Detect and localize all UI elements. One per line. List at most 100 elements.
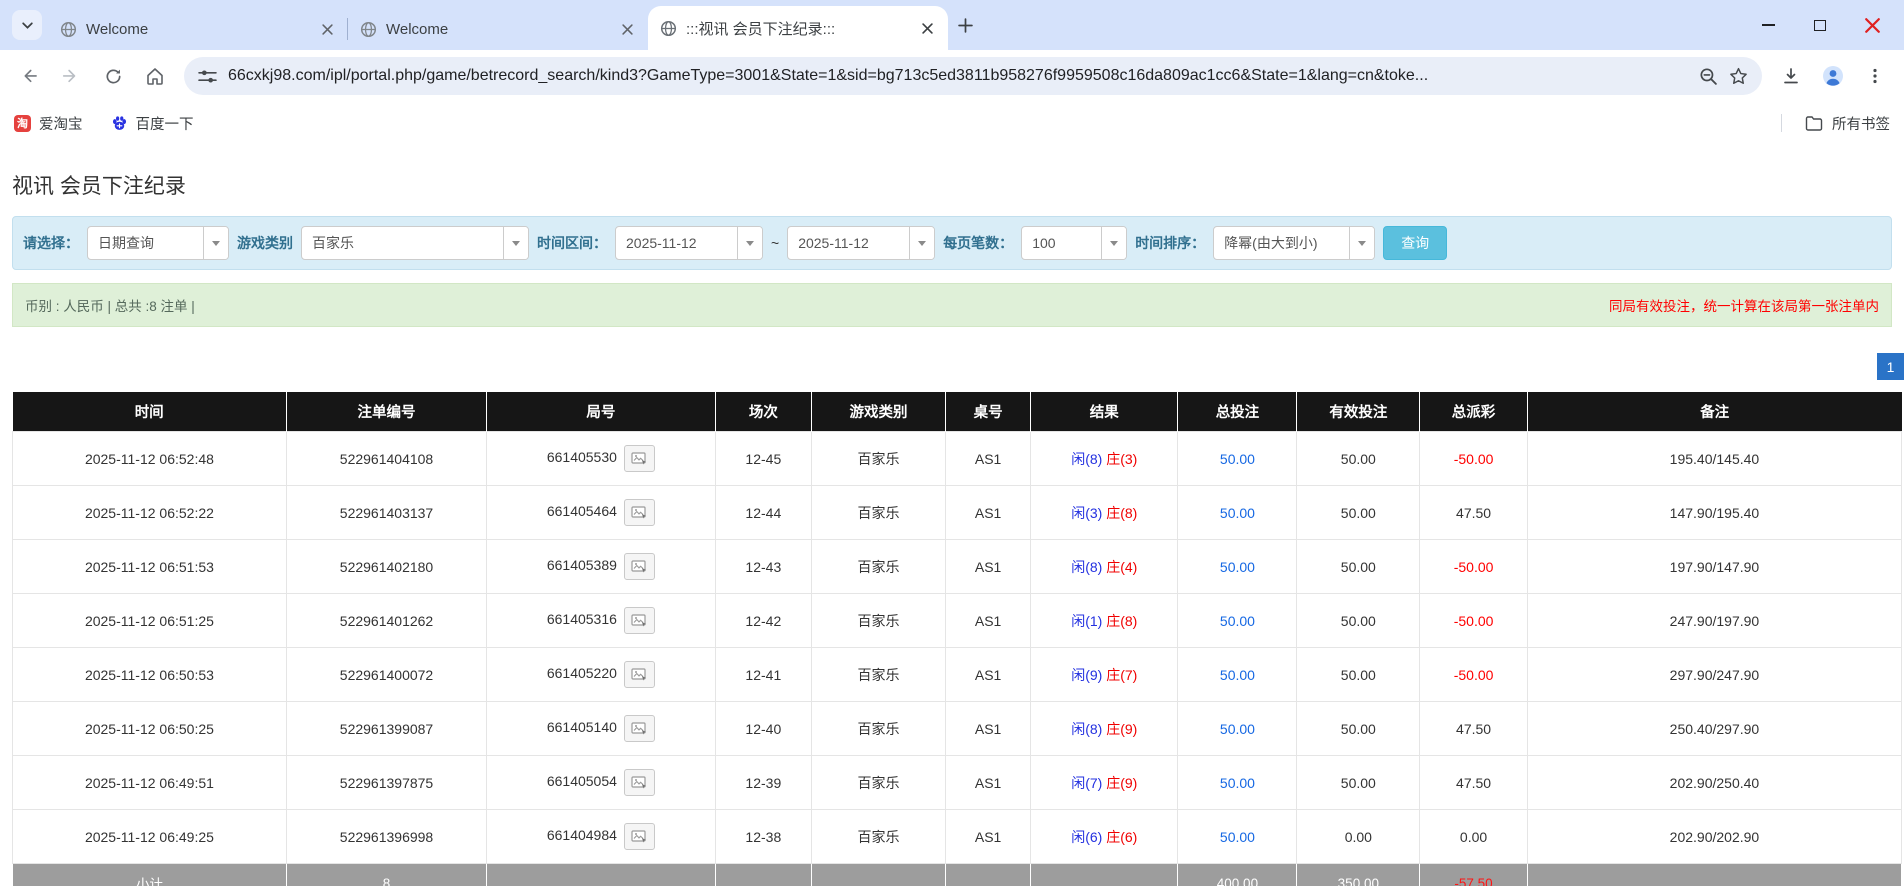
- video-preview-button[interactable]: [623, 769, 655, 796]
- total-bet-link[interactable]: 50.00: [1220, 721, 1255, 737]
- date-from-select[interactable]: 2025-11-12: [615, 226, 763, 260]
- cell-result: 闲(8) 庄(4): [1030, 539, 1179, 594]
- currency-summary-text: 币别 : 人民币 | 总共 :8 注单 |: [25, 299, 195, 314]
- result-player: 闲(8): [1071, 450, 1103, 467]
- tab-close-icon[interactable]: [618, 20, 636, 38]
- total-bet-link[interactable]: 50.00: [1220, 451, 1255, 467]
- cell-note: 195.40/145.40: [1526, 431, 1903, 486]
- cell-payout: -50.00: [1419, 593, 1528, 648]
- query-type-select[interactable]: 日期查询: [87, 226, 229, 260]
- total-bet-link[interactable]: 50.00: [1220, 613, 1255, 629]
- bookmark-label: 百度一下: [135, 116, 194, 133]
- sort-select[interactable]: 降幂(由大到小): [1213, 226, 1376, 260]
- total-bet-link[interactable]: 50.00: [1220, 667, 1255, 683]
- page-1-button[interactable]: 1: [1877, 353, 1904, 380]
- cell-total-bet: 50.00: [1177, 485, 1298, 540]
- col-round-id: 局号: [486, 392, 716, 432]
- reload-icon: [105, 69, 121, 84]
- back-button[interactable]: [10, 57, 48, 95]
- bookmark-baidu[interactable]: 百度一下: [111, 113, 194, 134]
- cell-valid-bet: 50.00: [1296, 485, 1421, 540]
- video-preview-icon: [631, 775, 646, 789]
- table-row: 2025-11-12 06:52:22 522961403137 6614054…: [12, 485, 1903, 540]
- cell-round-id: 661405220: [486, 647, 716, 702]
- info-bar: 币别 : 人民币 | 总共 :8 注单 | 同局有效投注，统一计算在该局第一张注…: [12, 283, 1892, 327]
- address-bar[interactable]: 66cxkj98.com/ipl/portal.php/game/betreco…: [184, 57, 1762, 95]
- subtotal-total-bet: 400.00: [1177, 863, 1298, 886]
- total-bet-link[interactable]: 50.00: [1220, 775, 1255, 791]
- video-preview-button[interactable]: [623, 553, 655, 580]
- video-preview-button[interactable]: [623, 715, 655, 742]
- back-icon: [24, 69, 37, 83]
- downloads-button[interactable]: [1772, 57, 1810, 95]
- cell-time: 2025-11-12 06:51:53: [12, 539, 287, 594]
- tab-close-icon[interactable]: [918, 19, 936, 37]
- result-player: 闲(8): [1071, 720, 1103, 737]
- cell-table-no: AS1: [945, 539, 1032, 594]
- cell-game-type: 百家乐: [810, 701, 947, 756]
- folder-icon: [1805, 115, 1823, 131]
- result-banker: 庄(9): [1106, 720, 1138, 737]
- table-row: 2025-11-12 06:50:25 522961399087 6614051…: [12, 701, 1903, 756]
- tab-search-button[interactable]: [12, 10, 42, 40]
- result-player: 闲(6): [1071, 828, 1103, 845]
- minimize-button[interactable]: [1742, 0, 1794, 50]
- table-row: 2025-11-12 06:51:53 522961402180 6614053…: [12, 539, 1903, 594]
- range-tilde: ~: [771, 235, 780, 251]
- video-preview-button[interactable]: [623, 823, 655, 850]
- game-type-select[interactable]: 百家乐: [301, 226, 529, 260]
- home-button[interactable]: [136, 57, 174, 95]
- cell-note: 250.40/297.90: [1526, 701, 1903, 756]
- close-icon: [1864, 17, 1880, 33]
- cell-session: 12-38: [714, 809, 813, 864]
- close-window-button[interactable]: [1846, 0, 1898, 50]
- cell-valid-bet: 50.00: [1296, 539, 1421, 594]
- tab-close-icon[interactable]: [318, 20, 336, 38]
- per-page-select[interactable]: 100: [1021, 226, 1128, 260]
- total-bet-link[interactable]: 50.00: [1220, 559, 1255, 575]
- tab-welcome-1[interactable]: Welcome: [48, 8, 348, 50]
- maximize-button[interactable]: [1794, 0, 1846, 50]
- reload-button[interactable]: [94, 57, 132, 95]
- sort-label: 时间排序：: [1135, 235, 1206, 251]
- bookmark-star-icon[interactable]: [1729, 67, 1748, 86]
- video-preview-button[interactable]: [623, 661, 655, 688]
- video-preview-button[interactable]: [623, 607, 655, 634]
- cell-note: 147.90/195.40: [1526, 485, 1903, 540]
- forward-button[interactable]: [52, 57, 90, 95]
- page-title: 视讯 会员下注纪录: [12, 175, 186, 198]
- cell-payout: -50.00: [1419, 647, 1528, 702]
- date-from-value: 2025-11-12: [626, 235, 697, 251]
- cell-total-bet: 50.00: [1177, 647, 1298, 702]
- tab-welcome-2[interactable]: Welcome: [347, 8, 648, 50]
- cell-game-type: 百家乐: [810, 755, 947, 810]
- search-button[interactable]: 查询: [1383, 226, 1448, 260]
- all-bookmarks-label: 所有书签: [1832, 116, 1890, 133]
- bookmark-label: 爱淘宝: [39, 116, 83, 133]
- profile-button[interactable]: [1814, 57, 1852, 95]
- chevron-down-icon: [737, 227, 762, 259]
- cell-table-no: AS1: [945, 809, 1032, 864]
- total-bet-link[interactable]: 50.00: [1220, 505, 1255, 521]
- new-tab-button[interactable]: [948, 8, 982, 42]
- cell-bet-id: 522961400072: [285, 647, 488, 702]
- result-player: 闲(1): [1071, 612, 1103, 629]
- subtotal-count: 8: [285, 863, 488, 886]
- video-preview-button[interactable]: [623, 445, 655, 472]
- bookmark-taobao[interactable]: 淘 爱淘宝: [14, 113, 83, 134]
- cell-note: 297.90/247.90: [1526, 647, 1903, 702]
- all-bookmarks[interactable]: 所有书签: [1781, 113, 1890, 134]
- tab-betrecord[interactable]: :::视讯 会员下注纪录:::: [648, 6, 948, 50]
- cell-valid-bet: 50.00: [1296, 647, 1421, 702]
- zoom-icon[interactable]: [1699, 67, 1718, 86]
- cell-bet-id: 522961396998: [285, 809, 488, 864]
- cell-time: 2025-11-12 06:49:25: [12, 809, 287, 864]
- cell-result: 闲(8) 庄(9): [1030, 701, 1179, 756]
- browser-menu-button[interactable]: [1856, 57, 1894, 95]
- cell-valid-bet: 50.00: [1296, 431, 1421, 486]
- taobao-icon: 淘: [14, 114, 31, 132]
- video-preview-button[interactable]: [623, 499, 655, 526]
- date-to-select[interactable]: 2025-11-12: [787, 226, 936, 260]
- cell-valid-bet: 50.00: [1296, 755, 1421, 810]
- total-bet-link[interactable]: 50.00: [1220, 829, 1255, 845]
